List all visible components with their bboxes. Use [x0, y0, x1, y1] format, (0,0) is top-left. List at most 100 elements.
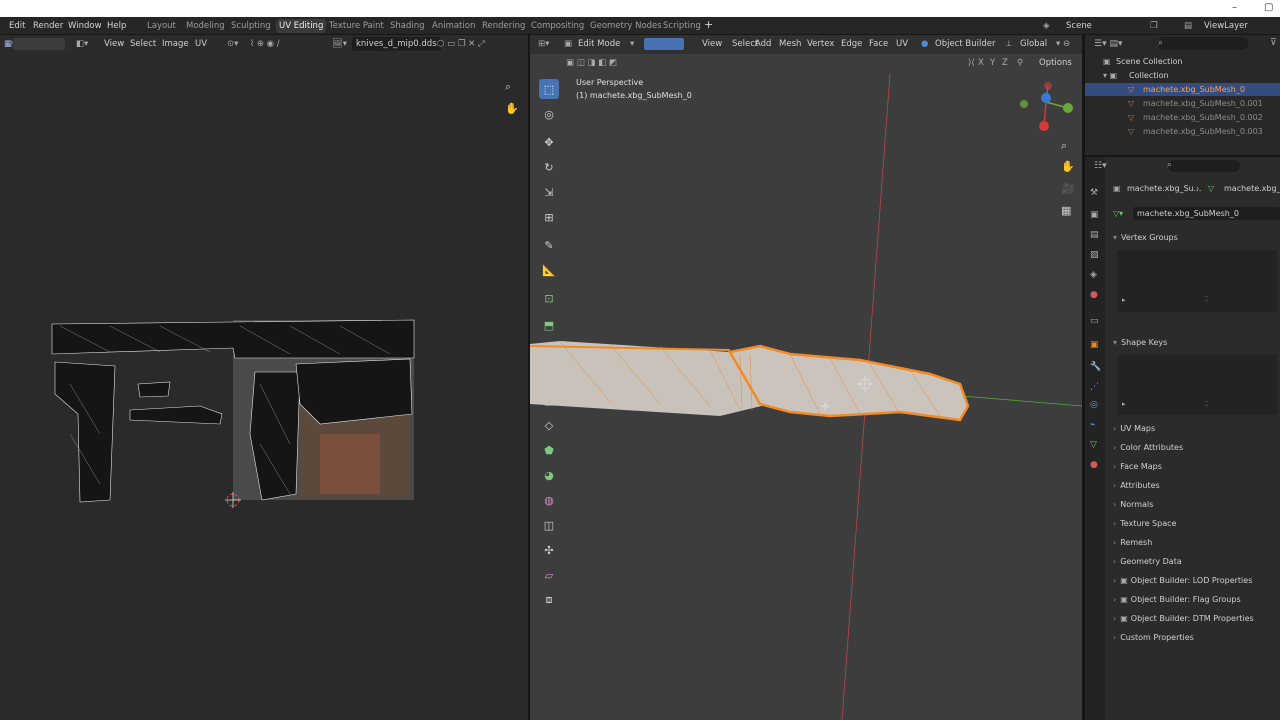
properties-type-icon[interactable]: ☷▾: [1094, 161, 1107, 171]
vertex-groups-list[interactable]: [1117, 250, 1277, 312]
sync-icon[interactable]: ◧▾: [76, 39, 88, 49]
panel-remesh[interactable]: › Remesh: [1113, 538, 1280, 547]
uv-menu-image[interactable]: Image: [162, 39, 189, 49]
panel-shape-keys[interactable]: ▾ Shape Keys: [1113, 338, 1280, 347]
output-tab-icon[interactable]: ▤: [1090, 230, 1099, 240]
tab-compositing[interactable]: Compositing: [531, 21, 584, 31]
uv-menu-view[interactable]: View: [104, 39, 124, 49]
pivot-icon[interactable]: ⊙▾: [227, 39, 238, 49]
zoom-icon[interactable]: ⌕: [505, 80, 511, 94]
snap-icon[interactable]: ⌇ ⊕ ◉ ∕: [250, 39, 280, 49]
vp-menu-view[interactable]: View: [702, 39, 722, 49]
mode-selector[interactable]: Edit Mode: [578, 39, 620, 49]
tab-shading[interactable]: Shading: [390, 21, 425, 31]
physics-tab-icon[interactable]: ◎: [1090, 400, 1098, 410]
image-browse-icon[interactable]: 🖼▾: [332, 39, 347, 49]
tab-texture-paint[interactable]: Texture Paint: [329, 21, 384, 31]
outliner-item-2[interactable]: machete.xbg_SubMesh_0.002: [1143, 113, 1263, 122]
handle-mesh[interactable]: [728, 344, 970, 422]
hand-pan-icon[interactable]: ✋: [505, 102, 519, 115]
panel-uv-maps[interactable]: › UV Maps: [1113, 424, 1280, 433]
orientation-selector[interactable]: Global: [1020, 39, 1047, 49]
add-workspace-icon[interactable]: +: [704, 18, 713, 31]
panel-flag-groups[interactable]: › ▣ Object Builder: Flag Groups: [1113, 595, 1280, 604]
object-tab-icon[interactable]: ▣: [1090, 340, 1099, 350]
particles-tab-icon[interactable]: ⋰: [1090, 382, 1099, 392]
render-tab-icon[interactable]: ▣: [1090, 210, 1099, 220]
tab-uv-editing[interactable]: UV Editing: [276, 19, 327, 33]
viewport-scene[interactable]: ✛: [530, 54, 1082, 720]
vp-pan-icon[interactable]: ✋: [1061, 160, 1075, 173]
scene-name[interactable]: Scene: [1066, 21, 1092, 31]
vp-menu-uv[interactable]: UV: [896, 39, 908, 49]
vp-menu-vertex[interactable]: Vertex: [807, 39, 834, 49]
new-scene-icon[interactable]: ❐: [1150, 21, 1158, 31]
mode-chevron-icon[interactable]: ▾: [630, 39, 634, 49]
panel-color-attributes[interactable]: › Color Attributes: [1113, 443, 1280, 452]
camera-view-icon[interactable]: 🎥: [1061, 182, 1075, 195]
panel-normals[interactable]: › Normals: [1113, 500, 1280, 509]
collection-label[interactable]: Collection: [1129, 71, 1169, 80]
panel-geometry-data[interactable]: › Geometry Data: [1113, 557, 1280, 566]
panel-attributes[interactable]: › Attributes: [1113, 481, 1280, 490]
panel-lod-properties[interactable]: › ▣ Object Builder: LOD Properties: [1113, 576, 1280, 585]
scene-collection-label[interactable]: Scene Collection: [1116, 57, 1183, 66]
uv-menu-select[interactable]: Select: [130, 39, 156, 49]
filter-icon[interactable]: ⊽: [1270, 38, 1277, 48]
menu-window[interactable]: Window: [68, 21, 102, 31]
object-builder-menu[interactable]: Object Builder: [935, 39, 995, 49]
list-resize-handle[interactable]: ⁚⁚: [1204, 400, 1208, 408]
modifier-tab-icon[interactable]: 🔧: [1090, 362, 1101, 372]
image-name-field[interactable]: knives_d_mip0.dds: [352, 37, 441, 51]
collection-expand-icon[interactable]: ▾ ▣: [1103, 71, 1117, 80]
vp-menu-edge[interactable]: Edge: [841, 39, 862, 49]
tab-geometry-nodes[interactable]: Geometry Nodes: [590, 21, 662, 31]
navigation-gizmo[interactable]: [1016, 82, 1076, 132]
scene-tab-icon[interactable]: ◈: [1090, 270, 1097, 280]
vp-zoom-icon[interactable]: ⌕: [1061, 139, 1067, 153]
menu-edit[interactable]: Edit: [9, 21, 25, 31]
vp-menu-add[interactable]: Add: [755, 39, 771, 49]
maximize-icon[interactable]: ▢: [1264, 2, 1273, 13]
mesh-data-tab-icon[interactable]: ▽: [1090, 440, 1097, 450]
outliner-item-1[interactable]: machete.xbg_SubMesh_0.001: [1143, 99, 1263, 108]
tab-modeling[interactable]: Modeling: [186, 21, 225, 31]
panel-custom-properties[interactable]: › Custom Properties: [1113, 633, 1280, 642]
properties-search-input[interactable]: [1168, 160, 1240, 172]
tab-layout[interactable]: Layout: [147, 21, 176, 31]
viewport-editor-type-icon[interactable]: ⊞▾: [538, 39, 549, 49]
pivot-point-icon[interactable]: ▾ ⊖: [1056, 39, 1070, 49]
uv-menu-uv[interactable]: UV: [195, 39, 207, 49]
constraints-tab-icon[interactable]: ⌁: [1090, 420, 1095, 430]
tab-animation[interactable]: Animation: [432, 21, 475, 31]
tab-sculpting[interactable]: Sculpting: [231, 21, 271, 31]
shape-keys-list[interactable]: [1117, 355, 1277, 415]
vp-menu-mesh[interactable]: Mesh: [779, 39, 801, 49]
mesh-select-mode-buttons[interactable]: [644, 38, 684, 50]
tab-rendering[interactable]: Rendering: [482, 21, 525, 31]
outliner-type-icon[interactable]: ☰▾ ▤▾: [1094, 39, 1122, 49]
menu-render[interactable]: Render: [33, 21, 63, 31]
view-layer-tab-icon[interactable]: ▧: [1090, 250, 1099, 260]
uv-layout[interactable]: [0, 54, 528, 720]
list-expand-icon[interactable]: ▸: [1122, 296, 1126, 304]
select-mode-buttons[interactable]: [13, 38, 65, 50]
tool-tab-icon[interactable]: ⚒: [1090, 188, 1098, 198]
image-actions-icon[interactable]: ⬡ ▭ ❐ ✕ ⤢: [437, 39, 485, 49]
collection-tab-icon[interactable]: ▭: [1090, 316, 1099, 326]
mesh-browse-icon[interactable]: ▽▾: [1113, 209, 1123, 218]
ortho-toggle-icon[interactable]: ▦: [1061, 204, 1071, 217]
vp-menu-face[interactable]: Face: [869, 39, 888, 49]
material-tab-icon[interactable]: ●: [1090, 460, 1098, 470]
panel-face-maps[interactable]: › Face Maps: [1113, 462, 1280, 471]
menu-help[interactable]: Help: [107, 21, 126, 31]
panel-vertex-groups[interactable]: ▾ Vertex Groups: [1113, 233, 1280, 242]
tab-scripting[interactable]: Scripting: [663, 21, 701, 31]
outliner-item-3[interactable]: machete.xbg_SubMesh_0.003: [1143, 127, 1263, 136]
world-tab-icon[interactable]: ●: [1090, 290, 1098, 300]
panel-dtm-properties[interactable]: › ▣ Object Builder: DTM Properties: [1113, 614, 1280, 623]
panel-texture-space[interactable]: › Texture Space: [1113, 519, 1280, 528]
minimize-icon[interactable]: –: [1232, 2, 1237, 13]
outliner-search-input[interactable]: [1158, 37, 1248, 50]
outliner-item-0[interactable]: machete.xbg_SubMesh_0: [1143, 85, 1245, 94]
